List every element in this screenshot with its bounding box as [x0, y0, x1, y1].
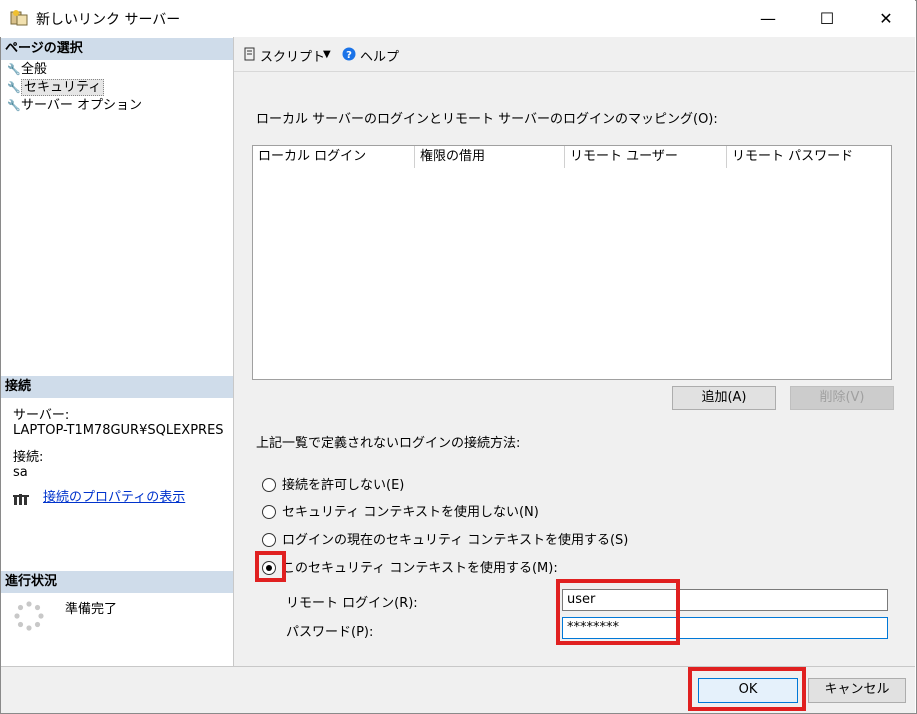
maximize-button[interactable]: ☐: [804, 0, 850, 37]
title-bar: 新しいリンク サーバー — ☐ ✕: [0, 0, 915, 37]
server-value: LAPTOP-T1M78GUR¥SQLEXPRES: [13, 423, 224, 438]
connection-properties-icon: [13, 494, 29, 505]
connection-properties-link[interactable]: 接続のプロパティの表示: [43, 490, 185, 505]
help-icon: ?: [342, 47, 356, 61]
column-header[interactable]: ローカル ログイン: [253, 146, 415, 168]
radio-label: ログインの現在のセキュリティ コンテキストを使用する(S): [282, 533, 629, 548]
progress-spinner-icon: [14, 601, 44, 631]
nav-item-security[interactable]: 🔧 セキュリティ: [7, 79, 105, 97]
nav-item-label: 全般: [21, 62, 48, 77]
minimize-button[interactable]: —: [745, 0, 791, 37]
page-select-header: ページの選択: [1, 38, 233, 60]
radio-deny-connection[interactable]: 接続を許可しない(E): [262, 476, 404, 496]
radio-highlight-box: [255, 551, 286, 582]
password-label: パスワード(P):: [286, 625, 374, 640]
help-button[interactable]: ヘルプ: [360, 46, 399, 65]
server-label: サーバー:: [13, 408, 70, 423]
undefined-logins-label: 上記一覧で定義されないログインの接続方法:: [256, 436, 521, 451]
progress-status: 準備完了: [65, 602, 118, 617]
left-panel: ページの選択 🔧全般 🔧 セキュリティ 🔧サーバー オプション 接続 サーバー: …: [1, 37, 234, 666]
mapping-label: ローカル サーバーのログインとリモート サーバーのログインのマッピング(O):: [256, 112, 718, 127]
column-header[interactable]: リモート パスワード: [727, 146, 891, 168]
radio-circle[interactable]: [262, 533, 276, 547]
connection-value: sa: [13, 465, 28, 480]
linked-server-app-icon: [10, 10, 28, 26]
nav-item-server-options[interactable]: 🔧サーバー オプション: [7, 97, 142, 115]
svg-text:?: ?: [346, 50, 352, 61]
radio-current-security-context[interactable]: ログインの現在のセキュリティ コンテキストを使用する(S): [262, 531, 628, 551]
script-dropdown-chevron-down-icon[interactable]: ▼: [323, 49, 331, 60]
login-mapping-grid[interactable]: ローカル ログイン 権限の借用 リモート ユーザー リモート パスワード: [252, 145, 892, 380]
close-button[interactable]: ✕: [863, 0, 909, 37]
ok-highlight-box: [688, 667, 806, 711]
nav-item-general[interactable]: 🔧全般: [7, 61, 47, 79]
remote-login-label: リモート ログイン(R):: [286, 596, 418, 611]
nav-item-label: サーバー オプション: [21, 98, 143, 113]
connection-header: 接続: [1, 376, 233, 398]
radio-label: セキュリティ コンテキストを使用しない(N): [282, 505, 539, 520]
credentials-highlight-box: [556, 579, 680, 645]
column-header[interactable]: 権限の借用: [415, 146, 565, 168]
toolbar: スクリプト ▼ ? ヘルプ: [234, 37, 915, 72]
radio-circle[interactable]: [262, 478, 276, 492]
remove-button[interactable]: 削除(V): [790, 386, 894, 410]
script-button[interactable]: スクリプト: [260, 46, 325, 65]
radio-label: このセキュリティ コンテキストを使用する(M):: [282, 561, 558, 576]
column-header[interactable]: リモート ユーザー: [565, 146, 727, 168]
radio-no-security-context[interactable]: セキュリティ コンテキストを使用しない(N): [262, 503, 539, 523]
cancel-button[interactable]: キャンセル: [808, 678, 906, 703]
wrench-icon: 🔧: [7, 81, 21, 94]
radio-label: 接続を許可しない(E): [282, 478, 405, 493]
wrench-icon: 🔧: [7, 63, 21, 76]
script-icon: [244, 47, 255, 61]
window-title: 新しいリンク サーバー: [36, 12, 181, 28]
radio-circle[interactable]: [262, 505, 276, 519]
nav-item-label: セキュリティ: [21, 79, 105, 96]
radio-this-security-context[interactable]: このセキュリティ コンテキストを使用する(M):: [262, 559, 558, 579]
add-button[interactable]: 追加(A): [672, 386, 776, 410]
progress-header: 進行状況: [1, 571, 233, 593]
connection-label: 接続:: [13, 450, 44, 465]
wrench-icon: 🔧: [7, 99, 21, 112]
